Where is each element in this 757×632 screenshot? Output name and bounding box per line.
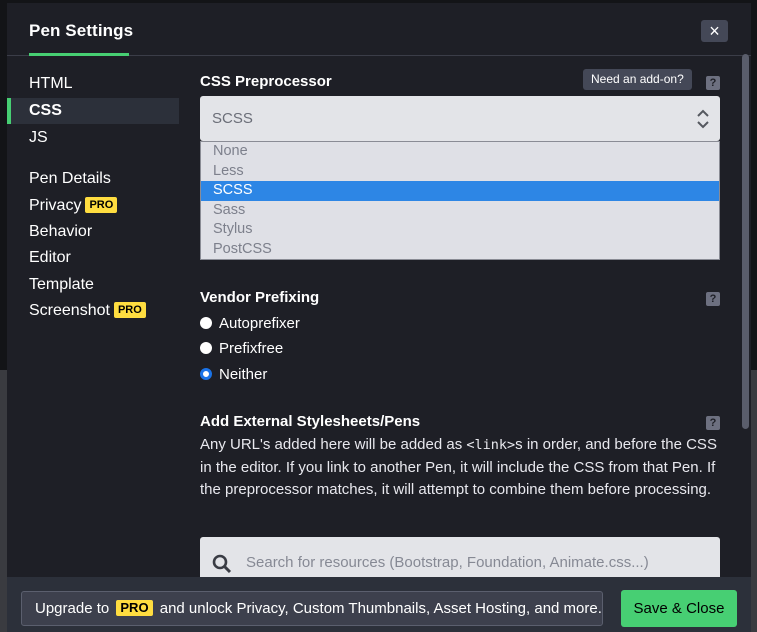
sidebar-item-html[interactable]: HTML: [29, 71, 73, 97]
link-code: <link>: [466, 437, 516, 453]
description-text: Any URL's added here will be added as: [200, 436, 467, 453]
radio-button-checked[interactable]: [200, 368, 212, 380]
help-icon[interactable]: ?: [706, 292, 720, 306]
upgrade-button[interactable]: Upgrade to PRO and unlock Privacy, Custo…: [21, 591, 603, 626]
sidebar-item-editor[interactable]: Editor: [29, 245, 71, 271]
close-button[interactable]: ×: [701, 20, 728, 42]
chevron-updown-icon: [697, 109, 709, 129]
dropdown-option-postcss[interactable]: PostCSS: [201, 240, 719, 260]
sidebar-item-pen-details[interactable]: Pen Details: [29, 166, 111, 192]
select-value: SCSS: [212, 110, 253, 127]
sidebar-item-screenshot[interactable]: Screenshot PRO: [29, 298, 146, 324]
save-close-button[interactable]: Save & Close: [621, 590, 737, 627]
modal-title: Pen Settings: [29, 21, 134, 40]
sidebar-item-privacy[interactable]: Privacy PRO: [29, 193, 118, 219]
sidebar-item-label: Template: [29, 276, 94, 293]
sidebar-item-label: Screenshot: [29, 302, 110, 319]
dropdown-option-less[interactable]: Less: [201, 162, 719, 182]
dropdown-option-sass[interactable]: Sass: [201, 201, 719, 221]
title-underline: [29, 53, 129, 56]
radio-button[interactable]: [200, 317, 212, 329]
sidebar-item-label: Behavior: [29, 223, 93, 240]
modal-footer: Upgrade to PRO and unlock Privacy, Custo…: [7, 577, 751, 632]
preprocessor-select[interactable]: SCSS: [200, 96, 720, 141]
pro-badge: PRO: [116, 600, 153, 616]
pro-badge: PRO: [85, 197, 118, 213]
radio-label: Neither: [219, 366, 268, 383]
active-indicator: [7, 98, 11, 124]
sidebar-item-css[interactable]: CSS: [7, 98, 179, 124]
modal-header: Pen Settings ×: [7, 3, 751, 56]
dropdown-option-scss[interactable]: SCSS: [201, 181, 719, 201]
pen-settings-modal: Pen Settings × HTML CSS JS Pen Details P…: [7, 3, 751, 632]
sidebar-item-template[interactable]: Template: [29, 272, 94, 298]
external-stylesheets-title: Add External Stylesheets/Pens: [200, 413, 421, 430]
help-icon[interactable]: ?: [706, 416, 720, 430]
sidebar-item-label: Pen Details: [29, 170, 111, 187]
sidebar-item-js[interactable]: JS: [29, 125, 48, 151]
preprocessor-title: CSS Preprocessor: [200, 73, 332, 90]
sidebar-item-label: Privacy: [29, 197, 82, 214]
radio-label: Autoprefixer: [219, 315, 300, 332]
radio-label: Prefixfree: [219, 340, 284, 357]
sidebar-item-label: CSS: [29, 102, 62, 119]
radio-button[interactable]: [200, 342, 212, 354]
scrollbar[interactable]: [742, 54, 749, 429]
help-icon[interactable]: ?: [706, 76, 720, 90]
upgrade-text: Upgrade to: [35, 600, 110, 617]
radio-prefixfree[interactable]: Prefixfree: [200, 337, 283, 361]
need-addon-button[interactable]: Need an add-on?: [583, 69, 692, 90]
radio-neither[interactable]: Neither: [200, 363, 267, 387]
search-icon: [212, 554, 232, 574]
radio-autoprefixer[interactable]: Autoprefixer: [200, 312, 300, 336]
sidebar-item-label: JS: [29, 129, 48, 146]
dropdown-option-none[interactable]: None: [201, 142, 719, 162]
sidebar-item-label: Editor: [29, 249, 71, 266]
upgrade-text: and unlock Privacy, Custom Thumbnails, A…: [159, 600, 602, 617]
pro-badge: PRO: [113, 302, 146, 318]
vendor-prefixing-title: Vendor Prefixing: [200, 289, 320, 306]
dropdown-option-stylus[interactable]: Stylus: [201, 220, 719, 240]
preprocessor-dropdown: None Less SCSS Sass Stylus PostCSS: [200, 141, 720, 260]
search-placeholder: Search for resources (Bootstrap, Foundat…: [246, 554, 649, 571]
sidebar-item-label: HTML: [29, 75, 73, 92]
external-description: Any URL's added here will be added as <l…: [200, 434, 725, 502]
sidebar-item-behavior[interactable]: Behavior: [29, 219, 92, 245]
